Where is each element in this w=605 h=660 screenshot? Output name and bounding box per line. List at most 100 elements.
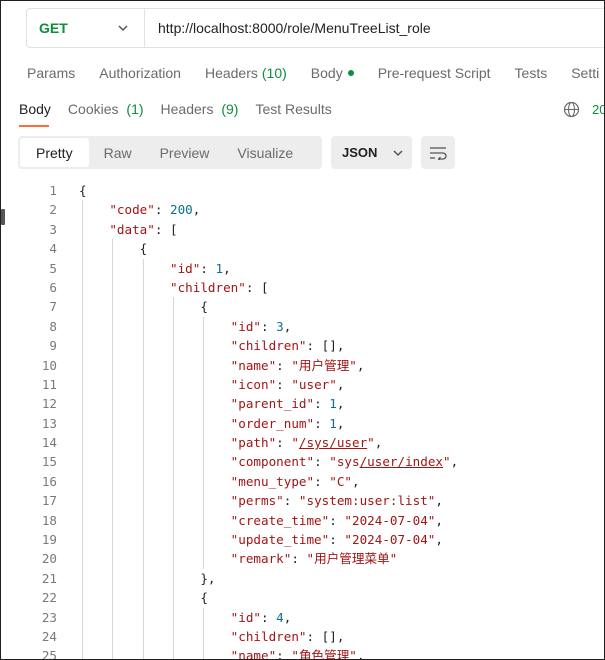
- code-line: 3 "data": [: [1, 220, 604, 239]
- tab-label: Cookies: [67, 101, 119, 117]
- json-punctuation: : [: [154, 221, 178, 237]
- json-key: "update_time": [230, 532, 330, 548]
- view-mode-segmented: Pretty Raw Preview Visualize: [18, 136, 322, 169]
- json-punctuation: ,: [283, 609, 292, 625]
- json-key: "order_num": [230, 415, 315, 431]
- json-punctuation: ,: [336, 415, 345, 431]
- line-number: 3: [49, 221, 57, 237]
- wrap-lines-button[interactable]: [421, 136, 455, 169]
- tab-body[interactable]: Body: [311, 65, 354, 81]
- json-key: "name": [230, 648, 277, 660]
- code-line: 7 {: [1, 297, 604, 316]
- json-key: "id": [170, 260, 201, 276]
- code-line: 6 "children": [: [1, 278, 604, 297]
- tab-label: Headers: [160, 101, 214, 117]
- json-key: "menu_type": [230, 473, 315, 489]
- code-text: {: [79, 239, 148, 258]
- code-line: 18 "create_time": "2024-07-04",: [1, 511, 604, 530]
- json-punctuation: {: [200, 590, 208, 606]
- line-number: 12: [41, 396, 57, 412]
- line-number: 5: [49, 260, 57, 276]
- json-key: "children": [230, 338, 307, 354]
- tab-cookies[interactable]: Cookies (1): [68, 101, 144, 117]
- tab-tests[interactable]: Tests: [515, 65, 548, 81]
- view-preview-button[interactable]: Preview: [147, 138, 223, 167]
- json-punctuation: :: [261, 318, 277, 334]
- tab-response-headers[interactable]: Headers (9): [161, 101, 239, 117]
- code-line: 22 {: [1, 588, 604, 607]
- code-line: 15 "component": "sys/user/index",: [1, 452, 604, 471]
- json-punctuation: ,: [336, 376, 345, 392]
- code-text: "path": "/sys/user",: [79, 433, 383, 452]
- code-line: 5 "id": 1,: [1, 259, 604, 278]
- json-punctuation: ,: [435, 532, 443, 548]
- tab-test-results[interactable]: Test Results: [255, 101, 331, 117]
- tab-count: (10): [261, 65, 287, 81]
- line-number: 15: [41, 454, 57, 470]
- response-tabs: Body Cookies (1) Headers (9) Test Result…: [19, 101, 349, 117]
- format-label: JSON: [342, 145, 378, 160]
- json-punctuation: :: [314, 415, 330, 431]
- code-text: "code": 200,: [79, 200, 200, 219]
- json-number: 1: [329, 396, 337, 412]
- tab-response-body[interactable]: Body: [19, 101, 51, 117]
- response-code-viewer[interactable]: 1{2 "code": 200, 3 "data": [4 {5 "id": 1,…: [1, 181, 604, 660]
- code-text: "parent_id": 1,: [79, 394, 345, 413]
- tab-label: Headers: [204, 65, 258, 81]
- chevron-down-icon: [393, 149, 403, 156]
- tab-settings[interactable]: Setti: [571, 65, 599, 81]
- json-string-link: /sys/user: [298, 435, 368, 451]
- json-number: 3: [276, 318, 284, 334]
- url-input[interactable]: http://localhost:8000/role/MenuTreeList_…: [145, 20, 431, 36]
- json-number: 1: [329, 415, 337, 431]
- active-tab-underline: [19, 125, 49, 127]
- json-string: "C": [329, 473, 352, 489]
- method-label: GET: [39, 20, 68, 36]
- line-number: 1: [49, 183, 57, 198]
- json-string: ": [291, 435, 299, 451]
- json-punctuation: },: [200, 570, 216, 586]
- code-line: 25 "name": "角色管理",: [1, 646, 604, 660]
- line-number: 22: [41, 590, 57, 606]
- globe-icon[interactable]: [563, 101, 580, 118]
- json-punctuation: ,: [435, 512, 443, 528]
- format-dropdown[interactable]: JSON: [331, 136, 412, 169]
- tab-params[interactable]: Params: [27, 65, 75, 81]
- body-indicator-dot: [347, 70, 354, 76]
- tab-label: Tests: [514, 65, 548, 81]
- code-line: 2 "code": 200,: [1, 200, 604, 219]
- json-string: "角色管理": [291, 648, 357, 660]
- code-text: "name": "角色管理",: [79, 646, 365, 660]
- tab-label: Body: [19, 101, 51, 117]
- json-key: "children": [170, 279, 246, 295]
- json-punctuation: :: [314, 396, 330, 412]
- tab-headers[interactable]: Headers (10): [205, 65, 287, 81]
- json-punctuation: {: [79, 183, 87, 198]
- view-pretty-button[interactable]: Pretty: [20, 138, 89, 167]
- tab-pre-request-script[interactable]: Pre-request Script: [378, 65, 491, 81]
- line-number: 8: [49, 318, 57, 334]
- json-key: "id": [230, 318, 261, 334]
- json-punctuation: :: [283, 493, 299, 509]
- json-key: "icon": [230, 376, 277, 392]
- json-key: "path": [230, 435, 277, 451]
- view-raw-button[interactable]: Raw: [91, 138, 145, 167]
- line-number: 2: [49, 202, 57, 218]
- line-number: 14: [41, 435, 57, 451]
- json-punctuation: {: [200, 299, 208, 315]
- code-line: 11 "icon": "user",: [1, 375, 604, 394]
- json-punctuation: ,: [435, 493, 443, 509]
- method-selector[interactable]: GET: [27, 9, 145, 47]
- line-number: 6: [49, 279, 57, 295]
- code-text: "data": [: [79, 220, 178, 239]
- code-text: "icon": "user",: [79, 375, 345, 394]
- tab-label: Test Results: [255, 101, 332, 117]
- code-line: 14 "path": "/sys/user",: [1, 433, 604, 452]
- json-key: "remark": [230, 551, 292, 567]
- code-line: 19 "update_time": "2024-07-04",: [1, 530, 604, 549]
- code-text: "children": [: [79, 278, 269, 297]
- json-punctuation: :: [261, 609, 277, 625]
- tab-authorization[interactable]: Authorization: [99, 65, 181, 81]
- view-visualize-button[interactable]: Visualize: [224, 138, 306, 167]
- json-string: "sys: [329, 454, 360, 470]
